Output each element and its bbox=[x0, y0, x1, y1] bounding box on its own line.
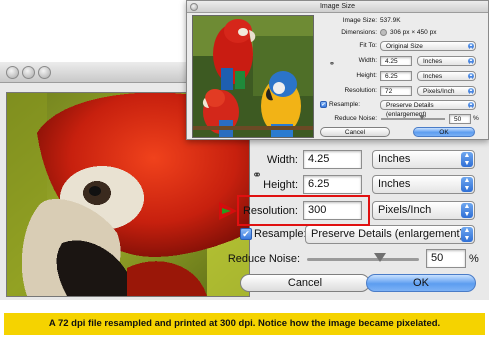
width-unit-select[interactable]: Inches ▲ ▼ bbox=[417, 56, 476, 66]
fit-to-label: Fit To: bbox=[359, 42, 377, 49]
small-image-size-dialog: Image Size Image Size: 537.9K Dimensions… bbox=[186, 0, 489, 140]
width-field[interactable]: 4.25 bbox=[380, 56, 412, 66]
width-unit-value: Inches bbox=[378, 153, 411, 165]
resample-label: Resample: bbox=[329, 101, 361, 108]
image-size-value: 537.9K bbox=[380, 17, 401, 24]
resample-checkbox[interactable]: ✔ bbox=[320, 101, 327, 108]
resolution-unit-value: Pixels/Inch bbox=[423, 88, 455, 95]
red-green-arrow-icon bbox=[219, 202, 237, 220]
height-label: Height: bbox=[356, 72, 377, 79]
height-unit-value: Inches bbox=[378, 178, 411, 190]
resample-label: Resample: bbox=[254, 228, 307, 240]
reduce-noise-unit: % bbox=[469, 253, 479, 265]
width-unit-select[interactable]: Inches ▲ ▼ bbox=[372, 150, 475, 169]
dialog-title: Image Size bbox=[319, 3, 356, 10]
up-down-arrows-icon: ▲ ▼ bbox=[468, 101, 474, 110]
up-down-arrows-icon: ▲ ▼ bbox=[468, 87, 474, 96]
up-down-arrows-icon: ▲ ▼ bbox=[461, 227, 473, 242]
cancel-button[interactable]: Cancel bbox=[320, 127, 390, 137]
up-down-arrows-icon: ▲ ▼ bbox=[461, 152, 473, 167]
reduce-noise-field[interactable]: 50 bbox=[449, 114, 471, 124]
width-unit-value: Inches bbox=[423, 58, 443, 65]
height-unit-select[interactable]: Inches ▲ ▼ bbox=[417, 71, 476, 81]
reduce-noise-slider-track[interactable] bbox=[381, 118, 445, 120]
resolution-unit-value: Pixels/Inch bbox=[378, 204, 432, 216]
small-dialog-titlebar: Image Size bbox=[187, 1, 488, 13]
resolution-field[interactable]: 72 bbox=[380, 86, 412, 96]
height-field[interactable]: 6.25 bbox=[380, 71, 412, 81]
resample-method-select[interactable]: Preserve Details (enlargement) ▲ ▼ bbox=[305, 225, 475, 244]
resolution-highlight-box bbox=[237, 195, 370, 226]
minimize-window-button[interactable] bbox=[22, 66, 35, 79]
reduce-noise-slider-thumb[interactable] bbox=[419, 115, 425, 120]
width-label: Width: bbox=[358, 57, 377, 64]
close-window-button[interactable] bbox=[6, 66, 19, 79]
resample-method-value: Preserve Details (enlargement) bbox=[311, 228, 464, 240]
resolution-label: Resolution: bbox=[344, 87, 377, 94]
height-unit-select[interactable]: Inches ▲ ▼ bbox=[372, 175, 475, 194]
dimensions-dropdown-icon[interactable] bbox=[380, 29, 387, 36]
ok-button[interactable]: OK bbox=[366, 274, 476, 292]
width-label: Width: bbox=[266, 154, 298, 166]
height-field[interactable]: 6.25 bbox=[303, 175, 362, 194]
resample-method-select[interactable]: Preserve Details (enlargement) ▲ ▼ bbox=[380, 100, 476, 118]
resample-method-value: Preserve Details (enlargement) bbox=[386, 102, 434, 118]
resolution-unit-select[interactable]: Pixels/Inch ▲ ▼ bbox=[417, 86, 476, 96]
cancel-button[interactable]: Cancel bbox=[240, 274, 370, 292]
up-down-arrows-icon: ▲ ▼ bbox=[468, 72, 474, 81]
parrots-preview-image bbox=[192, 15, 314, 138]
fit-to-select[interactable]: Original Size ▲ ▼ bbox=[380, 41, 476, 51]
height-label: Height: bbox=[263, 179, 298, 191]
width-field[interactable]: 4.25 bbox=[303, 150, 362, 169]
resolution-unit-select[interactable]: Pixels/Inch ▲ ▼ bbox=[372, 201, 475, 220]
up-down-arrows-icon: ▲ ▼ bbox=[468, 57, 474, 66]
reduce-noise-field[interactable]: 50 bbox=[426, 249, 466, 268]
image-size-label: Image Size: bbox=[342, 17, 377, 24]
up-down-arrows-icon: ▲ ▼ bbox=[461, 177, 473, 192]
resample-checkbox[interactable]: ✔ bbox=[240, 228, 252, 240]
reduce-noise-slider-track[interactable] bbox=[307, 258, 419, 261]
ok-button[interactable]: OK bbox=[413, 127, 475, 137]
reduce-noise-unit: % bbox=[473, 115, 479, 122]
close-window-button[interactable] bbox=[190, 3, 198, 11]
height-unit-value: Inches bbox=[423, 73, 443, 80]
reduce-noise-slider-thumb[interactable] bbox=[374, 253, 386, 262]
fit-to-value: Original Size bbox=[386, 43, 423, 50]
reduce-noise-label: Reduce Noise: bbox=[334, 115, 377, 122]
up-down-arrows-icon: ▲ ▼ bbox=[468, 42, 474, 51]
reduce-noise-label: Reduce Noise: bbox=[227, 253, 300, 265]
dimensions-value: 306 px × 450 px bbox=[390, 29, 437, 36]
zoom-window-button[interactable] bbox=[38, 66, 51, 79]
dimensions-label: Dimensions: bbox=[341, 29, 377, 36]
caption-banner: A 72 dpi file resampled and printed at 3… bbox=[4, 313, 485, 335]
up-down-arrows-icon: ▲ ▼ bbox=[461, 203, 473, 218]
